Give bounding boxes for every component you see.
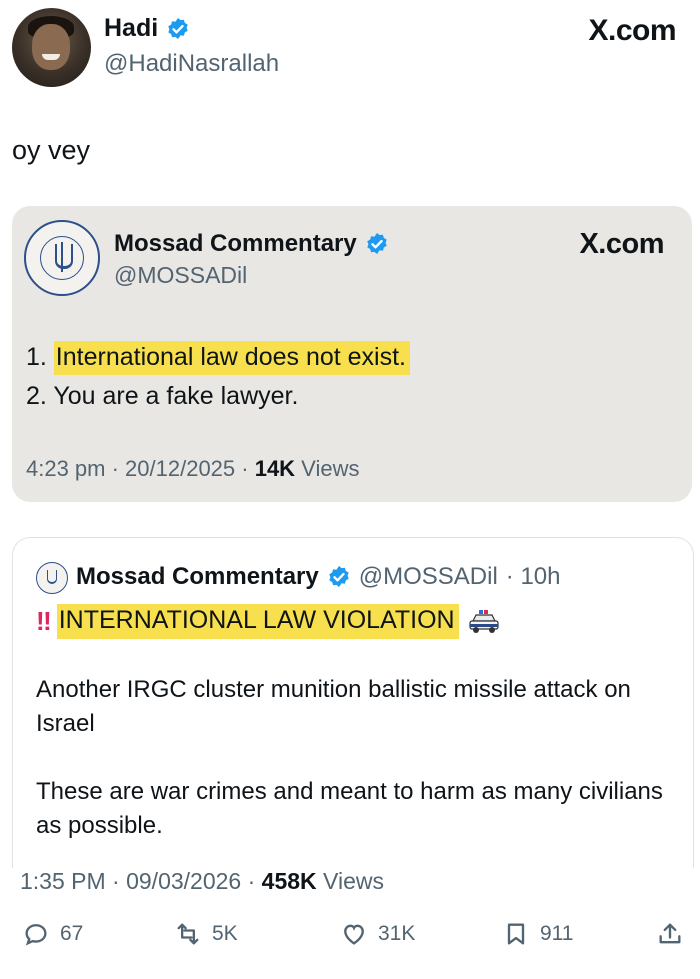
embedded-age: · 10h (505, 563, 561, 590)
brand-logo: X.com (588, 14, 676, 47)
embedded-headline: INTERNATIONAL LAW VIOLATION (56, 604, 459, 639)
heart-icon (344, 924, 364, 945)
repost-icon (177, 923, 199, 945)
verified-badge-icon (329, 566, 349, 587)
avatar-face (32, 24, 70, 70)
tweet-timestamp[interactable]: 1:35 PM · 09/03/2026 · (20, 868, 262, 894)
reply-icon (25, 924, 47, 946)
highlighted-text: International law does not exist. (53, 341, 411, 375)
quoted-handle[interactable]: @MOSSADil (114, 262, 247, 289)
tweet-text: oy vey (12, 135, 91, 165)
quoted-name[interactable]: Mossad Commentary (114, 230, 357, 258)
mossad-seal-small-icon (36, 562, 68, 594)
repost-count: 5K (212, 922, 238, 945)
reply-count: 67 (60, 922, 84, 945)
seal-menorah (47, 570, 57, 584)
mossad-seal-icon (24, 220, 100, 296)
quoted-line-1: 1. International law does not exist. (26, 341, 411, 375)
line1-prefix: 1. (26, 343, 54, 371)
like-button[interactable]: 31K (340, 920, 415, 948)
embedded-headline-row: ‼ INTERNATIONAL LAW VIOLATION (36, 604, 501, 639)
quoted-views-count: 14K (254, 456, 296, 481)
quoted-name-row[interactable]: Mossad Commentary (114, 230, 389, 258)
bookmark-button[interactable]: 911 (502, 920, 573, 948)
reply-button[interactable]: 67 (22, 920, 83, 948)
tweet-views-count: 458K (261, 868, 317, 894)
author-name-row[interactable]: Hadi (104, 14, 190, 43)
repost-button[interactable]: 5K (174, 920, 238, 948)
share-button[interactable] (656, 920, 684, 948)
avatar[interactable] (12, 8, 91, 87)
quoted-meta: 4:23 pm · 20/12/2025 · 14K Views (26, 456, 359, 482)
embedded-handle[interactable]: @MOSSADil (359, 563, 498, 591)
embedded-paragraph-1: Another IRGC cluster munition ballistic … (36, 676, 631, 737)
bookmark-icon (507, 923, 525, 945)
author-name[interactable]: Hadi (104, 14, 158, 43)
bookmark-count: 911 (540, 922, 574, 945)
quoted-brand-logo: X.com (579, 228, 664, 260)
quoted-views-label: Views (295, 456, 360, 481)
verified-badge-icon (367, 233, 387, 254)
quoted-timestamp: 4:23 pm · 20/12/2025 · (26, 456, 255, 481)
embedded-header[interactable]: Mossad Commentary @MOSSADil · 10h (76, 563, 560, 591)
action-bar: 67 5K 31K 911 (0, 920, 700, 960)
like-count: 31K (378, 922, 416, 945)
tweet-views-label: Views (316, 868, 384, 894)
verified-badge-icon (168, 17, 188, 39)
seal-menorah (55, 244, 73, 269)
quoted-line-2: 2. You are a fake lawyer. (26, 382, 299, 410)
share-icon (659, 923, 681, 944)
embedded-paragraph-2: These are war crimes and meant to harm a… (36, 778, 663, 839)
tweet-meta: 1:35 PM · 09/03/2026 · 458K Views (20, 868, 384, 895)
author-handle[interactable]: @HadiNasrallah (104, 50, 279, 78)
police-car-icon (469, 609, 499, 633)
embedded-name[interactable]: Mossad Commentary (76, 563, 319, 591)
double-exclamation-icon: ‼ (36, 606, 52, 636)
